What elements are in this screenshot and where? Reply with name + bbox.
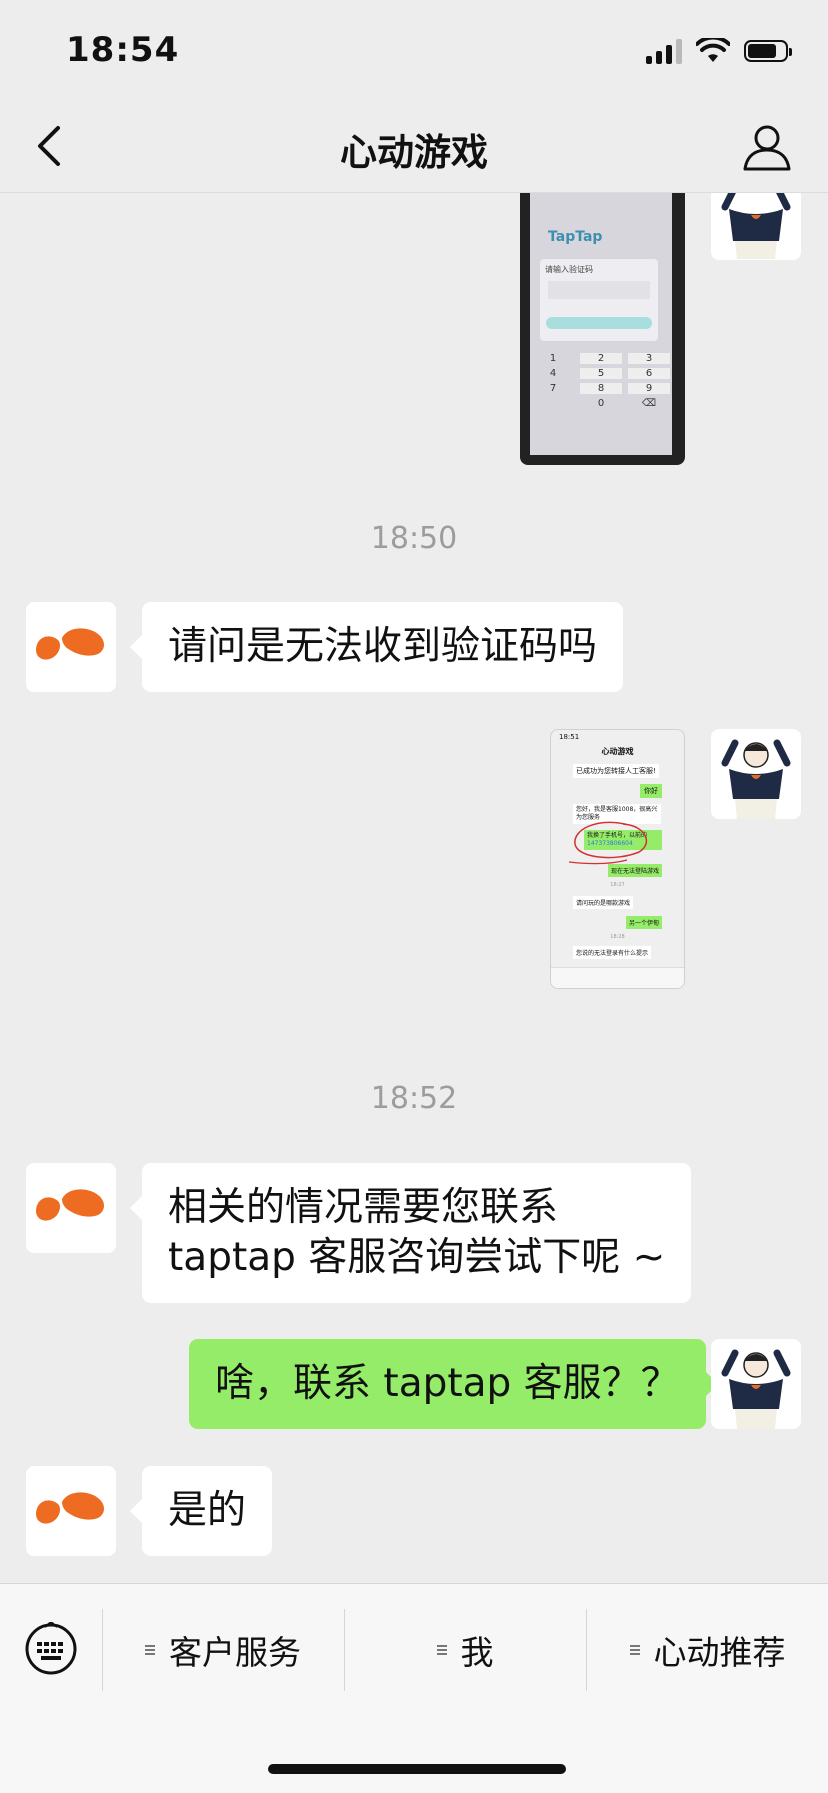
profile-icon[interactable] xyxy=(742,122,792,172)
nav-bar: 心动游戏 xyxy=(0,100,828,193)
bottom-menu: 客户服务 我 心动推荐 xyxy=(0,1583,828,1793)
photo-keypad: 123 456 789 0 ⌫ xyxy=(532,353,670,409)
photo-taptap-logo: TapTap xyxy=(548,229,603,245)
home-indicator[interactable] xyxy=(268,1764,566,1774)
agent-avatar[interactable] xyxy=(26,1466,116,1556)
agent-message-bubble[interactable]: 请问是无法收到验证码吗 xyxy=(129,602,624,692)
menu-lines-icon xyxy=(436,1643,447,1657)
menu-lines-icon xyxy=(145,1643,155,1657)
timestamp: 18:52 xyxy=(370,1081,458,1116)
page-title: 心动游戏 xyxy=(340,131,488,174)
status-icons xyxy=(646,38,792,64)
status-bar: 18:54 xyxy=(0,0,828,100)
user-avatar[interactable] xyxy=(711,729,801,819)
agent-avatar[interactable] xyxy=(26,1163,116,1253)
red-circle-annotation xyxy=(568,821,648,865)
cellular-signal-icon xyxy=(646,38,682,64)
agent-message-bubble[interactable]: 相关的情况需要您联系 taptap 客服咨询尝试下呢 ~ xyxy=(129,1163,692,1303)
menu-item-recommendations[interactable]: 心动推荐 xyxy=(587,1609,828,1691)
agent-message-bubble[interactable]: 是的 xyxy=(129,1466,273,1556)
user-avatar[interactable] xyxy=(711,1339,801,1429)
user-avatar[interactable] xyxy=(711,193,801,260)
battery-icon xyxy=(744,40,792,62)
photo-dialog-title: 请输入验证码 xyxy=(545,265,593,274)
photo-status-time: 18:51 xyxy=(559,733,580,741)
photo-chat-title: 心动游戏 xyxy=(601,747,634,756)
menu-lines-icon xyxy=(629,1643,640,1657)
wifi-icon xyxy=(696,38,730,62)
photo-message-chat-screenshot[interactable]: 18:51 心动游戏 已成功为您转接人工客服! 你好 您好，我是客服1008，很… xyxy=(550,729,685,989)
chat-area[interactable]: TapTap 请输入验证码 123 456 789 0 ⌫ 18:50 请问是无… xyxy=(0,193,828,1583)
status-time: 18:54 xyxy=(66,30,180,70)
keyboard-icon[interactable] xyxy=(24,1622,78,1676)
user-message-bubble[interactable]: 啥，联系 taptap 客服？？ xyxy=(189,1339,718,1429)
menu-item-me[interactable]: 我 xyxy=(345,1609,585,1691)
agent-message-line: taptap 客服咨询尝试下呢 ~ xyxy=(168,1235,666,1280)
agent-avatar[interactable] xyxy=(26,602,116,692)
photo-message-verification-screen[interactable]: TapTap 请输入验证码 123 456 789 0 ⌫ xyxy=(520,193,685,465)
agent-message-line: 相关的情况需要您联系 xyxy=(168,1185,559,1230)
timestamp: 18:50 xyxy=(370,521,458,556)
menu-item-customer-service[interactable]: 客户服务 xyxy=(103,1609,343,1691)
